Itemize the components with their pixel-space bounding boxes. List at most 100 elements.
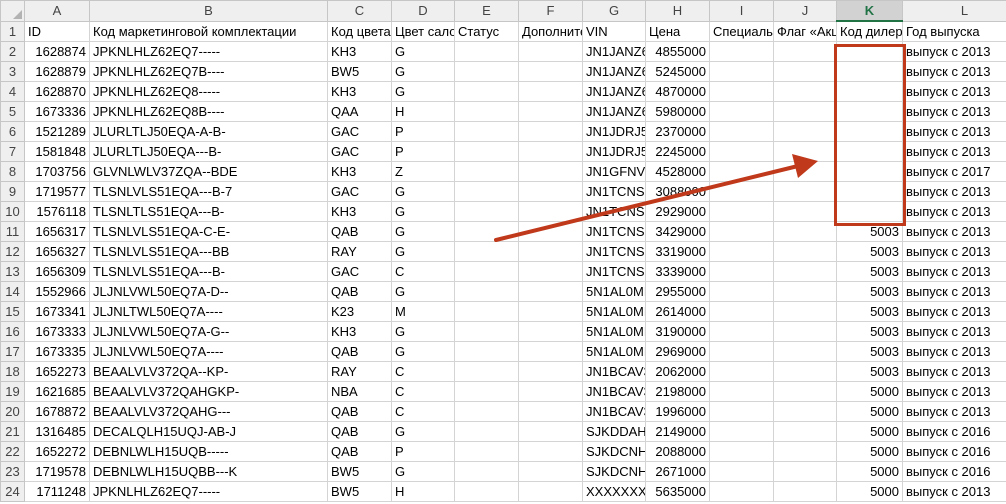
cell-h[interactable]: 4528000: [645, 161, 710, 182]
cell-a[interactable]: 1673333: [24, 321, 90, 342]
cell-i[interactable]: [709, 481, 774, 502]
cell-b[interactable]: BEAALVLV372QAHGKP-: [89, 381, 328, 402]
cell-j[interactable]: [773, 321, 837, 342]
cell-j[interactable]: Флаг «Акция»: [773, 20, 837, 42]
cell-a[interactable]: 1652273: [24, 361, 90, 382]
cell-a[interactable]: 1711248: [24, 481, 90, 502]
cell-e[interactable]: [454, 381, 519, 402]
cell-g[interactable]: SJKDCNH1: [582, 461, 646, 482]
cell-b[interactable]: DECALQLH15UQJ-AB-J: [89, 421, 328, 442]
cell-d[interactable]: G: [391, 321, 455, 342]
row-header[interactable]: 17: [0, 341, 25, 362]
row-header[interactable]: 24: [0, 481, 25, 502]
cell-k[interactable]: [836, 181, 903, 202]
cell-a[interactable]: 1576118: [24, 201, 90, 222]
cell-f[interactable]: [518, 281, 583, 302]
row-header[interactable]: 13: [0, 261, 25, 282]
cell-f[interactable]: [518, 361, 583, 382]
cell-j[interactable]: [773, 421, 837, 442]
cell-h[interactable]: 5980000: [645, 101, 710, 122]
cell-e[interactable]: [454, 161, 519, 182]
cell-k[interactable]: 5003: [836, 241, 903, 262]
cell-d[interactable]: G: [391, 281, 455, 302]
cell-f[interactable]: [518, 441, 583, 462]
cell-i[interactable]: [709, 141, 774, 162]
cell-e[interactable]: [454, 301, 519, 322]
cell-d[interactable]: G: [391, 41, 455, 62]
cell-e[interactable]: [454, 481, 519, 502]
cell-b[interactable]: JLURLTLJ50EQA---B-: [89, 141, 328, 162]
cell-b[interactable]: JPKNLHLZ62EQ8-----: [89, 81, 328, 102]
cell-a[interactable]: 1652272: [24, 441, 90, 462]
cell-e[interactable]: [454, 121, 519, 142]
cell-b[interactable]: BEAALVLV372QA--KP-: [89, 361, 328, 382]
cell-e[interactable]: [454, 141, 519, 162]
cell-i[interactable]: [709, 101, 774, 122]
cell-i[interactable]: [709, 161, 774, 182]
cell-g[interactable]: 5N1AL0MI: [582, 301, 646, 322]
cell-g[interactable]: JN1BCAV3: [582, 381, 646, 402]
cell-k[interactable]: 5000: [836, 381, 903, 402]
row-header[interactable]: 14: [0, 281, 25, 302]
cell-j[interactable]: [773, 301, 837, 322]
cell-e[interactable]: [454, 261, 519, 282]
cell-c[interactable]: GAC: [327, 261, 392, 282]
cell-f[interactable]: [518, 461, 583, 482]
cell-k[interactable]: 5003: [836, 361, 903, 382]
cell-i[interactable]: [709, 461, 774, 482]
row-header[interactable]: 20: [0, 401, 25, 422]
cell-k[interactable]: [836, 101, 903, 122]
cell-d[interactable]: G: [391, 421, 455, 442]
cell-e[interactable]: [454, 241, 519, 262]
column-header-i[interactable]: I: [709, 0, 774, 22]
cell-h[interactable]: 2198000: [645, 381, 710, 402]
cell-e[interactable]: [454, 461, 519, 482]
cell-b[interactable]: TLSNLVLS51EQA---B-7: [89, 181, 328, 202]
cell-j[interactable]: [773, 401, 837, 422]
cell-k[interactable]: 5003: [836, 321, 903, 342]
cell-j[interactable]: [773, 101, 837, 122]
cell-a[interactable]: 1656327: [24, 241, 90, 262]
cell-e[interactable]: [454, 341, 519, 362]
cell-a[interactable]: ID: [24, 20, 90, 42]
cell-c[interactable]: QAA: [327, 101, 392, 122]
row-header[interactable]: 16: [0, 321, 25, 342]
cell-j[interactable]: [773, 341, 837, 362]
cell-g[interactable]: JN1BCAV3: [582, 401, 646, 422]
cell-b[interactable]: DEBNLWLH15UQB-----: [89, 441, 328, 462]
cell-i[interactable]: [709, 121, 774, 142]
cell-k[interactable]: 5000: [836, 421, 903, 442]
cell-e[interactable]: [454, 81, 519, 102]
cell-d[interactable]: P: [391, 121, 455, 142]
cell-d[interactable]: Z: [391, 161, 455, 182]
cell-d[interactable]: C: [391, 401, 455, 422]
cell-b[interactable]: JPKNLHLZ62EQ7-----: [89, 41, 328, 62]
cell-k[interactable]: 5003: [836, 341, 903, 362]
row-header[interactable]: 7: [0, 141, 25, 162]
cell-e[interactable]: [454, 281, 519, 302]
cell-k[interactable]: [836, 61, 903, 82]
row-header[interactable]: 5: [0, 101, 25, 122]
cell-j[interactable]: [773, 281, 837, 302]
cell-j[interactable]: [773, 141, 837, 162]
cell-h[interactable]: 3190000: [645, 321, 710, 342]
cell-d[interactable]: G: [391, 201, 455, 222]
cell-d[interactable]: G: [391, 241, 455, 262]
cell-a[interactable]: 1628870: [24, 81, 90, 102]
cell-e[interactable]: [454, 421, 519, 442]
cell-e[interactable]: [454, 61, 519, 82]
cell-g[interactable]: 5N1AL0MI: [582, 341, 646, 362]
row-header[interactable]: 18: [0, 361, 25, 382]
cell-f[interactable]: Дополнительно: [518, 20, 583, 42]
cell-f[interactable]: [518, 201, 583, 222]
cell-i[interactable]: [709, 41, 774, 62]
cell-h[interactable]: 3339000: [645, 261, 710, 282]
cell-a[interactable]: 1678872: [24, 401, 90, 422]
cell-d[interactable]: C: [391, 361, 455, 382]
cell-d[interactable]: G: [391, 181, 455, 202]
cell-g[interactable]: SJKDCNH1: [582, 441, 646, 462]
cell-k[interactable]: [836, 141, 903, 162]
cell-j[interactable]: [773, 121, 837, 142]
cell-h[interactable]: 2929000: [645, 201, 710, 222]
cell-c[interactable]: QAB: [327, 341, 392, 362]
